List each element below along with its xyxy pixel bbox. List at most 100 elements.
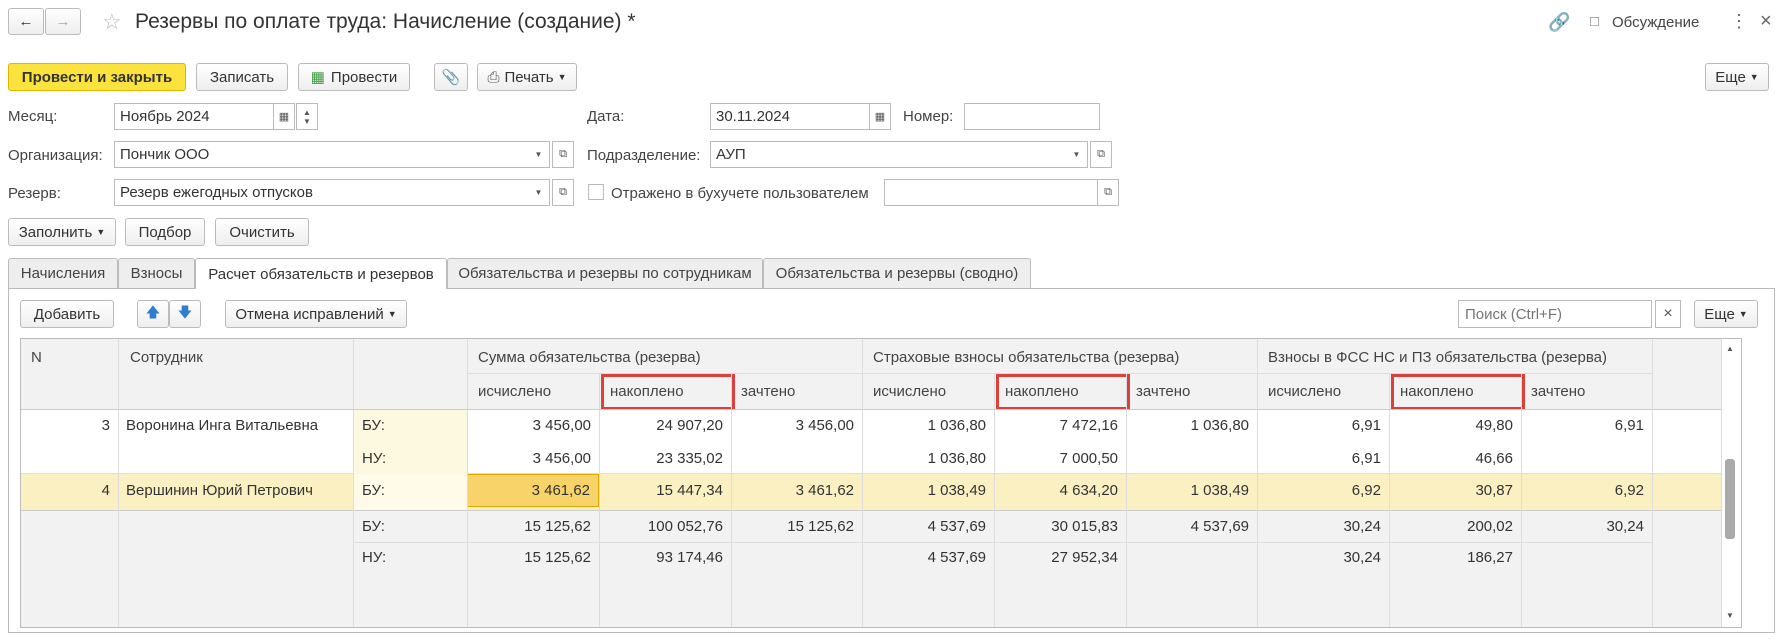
value-cell[interactable]: 6,92 — [1521, 474, 1652, 507]
fill-button[interactable]: Заполнить ▼ — [8, 218, 116, 246]
tab-contributions[interactable]: Взносы — [118, 258, 195, 288]
link-icon[interactable]: 🔗 — [1548, 12, 1570, 33]
fill-label: Заполнить — [18, 223, 93, 241]
header-sub-credit: зачтено — [1136, 383, 1191, 400]
add-row-button[interactable]: Добавить — [20, 300, 114, 328]
scroll-up-icon[interactable]: ▲ — [1726, 344, 1734, 353]
printer-icon: ⎙ — [487, 68, 500, 86]
value-cell[interactable]: 49,80 — [1389, 409, 1521, 442]
tab-accruals[interactable]: Начисления — [8, 258, 118, 288]
chevron-down-icon[interactable]: ▼ — [1066, 141, 1088, 168]
chevron-down-icon[interactable]: ▼ — [528, 141, 550, 168]
cancel-corrections-button[interactable]: Отмена исправлений ▼ — [225, 300, 407, 328]
chevron-down-icon[interactable]: ▼ — [528, 179, 550, 206]
value-cell[interactable]: 3 456,00 — [731, 409, 862, 442]
reflected-checkbox[interactable] — [588, 184, 604, 200]
favorite-star-icon[interactable]: ☆ — [102, 9, 122, 35]
value-cell[interactable]: 6,91 — [1257, 409, 1389, 442]
move-up-button[interactable]: 🡅 — [137, 300, 169, 328]
value-cell[interactable]: 1 036,80 — [862, 409, 994, 442]
value-cell[interactable]: 4 634,20 — [994, 474, 1126, 507]
total-value-cell: 30,24 — [1343, 518, 1381, 535]
search-clear-icon[interactable]: × — [1655, 300, 1681, 328]
tab-calculation[interactable]: Расчет обязательств и резервов — [195, 258, 447, 289]
value-cell[interactable]: 1 036,80 — [1126, 409, 1257, 442]
value-cell[interactable]: 6,92 — [1257, 474, 1389, 507]
value-cell[interactable]: 6,91 — [1257, 442, 1389, 474]
employee-cell[interactable]: Вершинин Юрий Петрович — [118, 474, 353, 507]
date-field[interactable]: 30.11.2024 — [710, 103, 870, 130]
row-number-cell[interactable]: 3 — [21, 409, 118, 442]
number-field[interactable] — [964, 103, 1100, 130]
chevron-down-icon: ▼ — [1749, 72, 1759, 82]
value-cell[interactable]: 3 461,62 — [731, 474, 862, 507]
discussion-icon[interactable]: □ — [1590, 13, 1599, 30]
search-input[interactable] — [1458, 300, 1652, 328]
chevron-down-icon: ▼ — [96, 227, 106, 237]
close-icon[interactable]: × — [1760, 10, 1772, 33]
save-button[interactable]: Записать — [196, 63, 288, 91]
value-cell[interactable]: 3 461,62 — [467, 474, 599, 507]
value-cell[interactable]: 1 038,49 — [1126, 474, 1257, 507]
reflected-label: Отражено в бухучете пользователем — [611, 185, 869, 202]
scroll-down-icon[interactable]: ▼ — [1726, 611, 1734, 620]
accounting-type-cell[interactable]: НУ: — [354, 442, 467, 474]
month-stepper[interactable]: ▲ ▼ — [296, 103, 318, 130]
value-cell[interactable]: 1 038,49 — [862, 474, 994, 507]
print-button[interactable]: ⎙ Печать ▼ — [477, 63, 577, 91]
forward-button[interactable]: → — [45, 8, 81, 35]
table-more-button[interactable]: Еще ▼ — [1694, 300, 1758, 328]
chevron-down-icon: ▼ — [557, 72, 567, 82]
tab-by-employees[interactable]: Обязательства и резервы по сотрудникам — [447, 258, 763, 288]
post-button[interactable]: ▦ Провести — [298, 63, 410, 91]
value-cell[interactable]: 6,91 — [1521, 409, 1652, 442]
row-number-cell[interactable] — [21, 442, 118, 474]
open-icon[interactable]: ⧉ — [552, 141, 574, 168]
more-label: Еще — [1715, 68, 1746, 86]
row-number-cell[interactable]: 4 — [21, 474, 118, 507]
reserve-field[interactable]: Резерв ежегодных отпусков — [114, 179, 538, 206]
value-cell[interactable]: 15 447,34 — [599, 474, 731, 507]
calendar-icon[interactable]: ▦ — [273, 103, 295, 130]
value-cell[interactable]: 7 472,16 — [994, 409, 1126, 442]
clear-button[interactable]: Очистить — [215, 218, 309, 246]
menu-kebab-icon[interactable]: ⋮ — [1730, 11, 1748, 32]
open-icon[interactable]: ⧉ — [1090, 141, 1112, 168]
reflected-user-field[interactable] — [884, 179, 1098, 206]
employee-cell[interactable] — [118, 442, 353, 474]
select-button[interactable]: Подбор — [125, 218, 205, 246]
value-cell[interactable]: 46,66 — [1389, 442, 1521, 474]
discussion-link[interactable]: Обсуждение — [1612, 14, 1699, 31]
accounting-type-cell[interactable]: БУ: — [354, 474, 467, 507]
employee-cell[interactable]: Воронина Инга Витальевна — [118, 409, 353, 442]
accounting-type-cell[interactable]: БУ: — [354, 409, 467, 442]
open-icon[interactable]: ⧉ — [552, 179, 574, 206]
move-down-button[interactable]: 🡇 — [169, 300, 201, 328]
add-label: Добавить — [33, 305, 101, 323]
total-value-cell: 4 537,69 — [1190, 518, 1249, 535]
more-button[interactable]: Еще ▼ — [1705, 63, 1769, 91]
header-sub-calc: исчислено — [478, 383, 552, 400]
value-cell[interactable]: 23 335,02 — [599, 442, 731, 474]
open-icon[interactable]: ⧉ — [1097, 179, 1119, 206]
dept-field[interactable]: АУП — [710, 141, 1072, 168]
value-cell[interactable] — [1126, 442, 1257, 474]
value-cell[interactable]: 3 456,00 — [467, 409, 599, 442]
value-cell[interactable]: 30,87 — [1389, 474, 1521, 507]
scrollbar-thumb[interactable] — [1725, 459, 1735, 539]
value-cell[interactable]: 3 456,00 — [467, 442, 599, 474]
month-field[interactable]: Ноябрь 2024 — [114, 103, 274, 130]
value-cell[interactable]: 24 907,20 — [599, 409, 731, 442]
tab-summary[interactable]: Обязательства и резервы (сводно) — [763, 258, 1031, 288]
org-field[interactable]: Пончик ООО — [114, 141, 538, 168]
calendar-icon[interactable]: ▦ — [869, 103, 891, 130]
total-value-cell: 15 125,62 — [787, 518, 854, 535]
back-button[interactable]: ← — [8, 8, 44, 35]
value-cell[interactable]: 1 036,80 — [862, 442, 994, 474]
value-cell[interactable]: 7 000,50 — [994, 442, 1126, 474]
value-cell[interactable] — [731, 442, 862, 474]
arrow-down-icon: 🡇 — [177, 304, 193, 320]
attach-button[interactable]: 📎 — [434, 63, 468, 91]
value-cell[interactable] — [1521, 442, 1652, 474]
post-and-close-button[interactable]: Провести и закрыть — [8, 63, 186, 91]
